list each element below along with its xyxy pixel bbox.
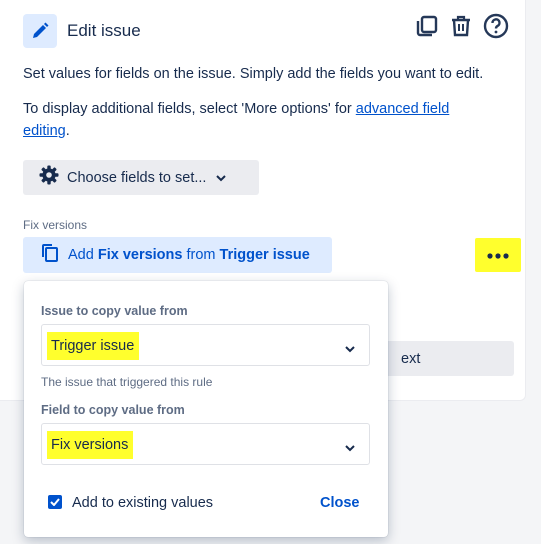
trash-icon [449, 14, 473, 43]
checkmark-icon [50, 493, 60, 511]
field-copy-label: Field to copy value from [41, 403, 185, 417]
pencil-icon [23, 14, 57, 48]
issue-copy-helper: The issue that triggered this rule [41, 375, 213, 389]
chevron-down-icon [345, 340, 355, 358]
issue-copy-value: Trigger issue [47, 332, 140, 360]
next-button[interactable]: ext [370, 341, 514, 376]
add-prefix: Add [68, 247, 98, 263]
chevron-down-icon [345, 439, 355, 457]
next-button-label: ext [401, 350, 421, 367]
copy-value-popup: Issue to copy value from Trigger issue T… [24, 281, 388, 537]
advanced-field-editing-link-cont[interactable]: editing [23, 123, 66, 139]
add-field-name: Fix versions [97, 247, 183, 263]
add-existing-checkbox[interactable] [48, 495, 62, 509]
help-button[interactable] [482, 13, 510, 44]
issue-copy-select[interactable]: Trigger issue [41, 324, 370, 366]
fix-versions-label: Fix versions [23, 218, 88, 232]
close-button[interactable]: Close [320, 495, 360, 511]
more-icon [487, 246, 509, 264]
field-copy-select[interactable]: Fix versions [41, 423, 370, 465]
choose-fields-label: Choose fields to set... [67, 169, 207, 186]
add-existing-label: Add to existing values [72, 495, 214, 511]
more-options-button[interactable] [475, 238, 521, 272]
help-icon [483, 13, 509, 44]
description-prefix: To display additional fields, select 'Mo… [23, 101, 356, 117]
chevron-down-icon [216, 169, 227, 187]
page-title: Edit issue [67, 21, 141, 40]
delete-button[interactable] [447, 14, 475, 42]
add-mid: from [182, 247, 220, 263]
add-fix-versions-label: Add Fix versions from Trigger issue [68, 247, 310, 263]
gear-icon [39, 165, 59, 190]
advanced-field-editing-link[interactable]: advanced field [356, 101, 450, 117]
add-fix-versions-button[interactable]: Add Fix versions from Trigger issue [23, 237, 332, 273]
issue-copy-label: Issue to copy value from [41, 304, 188, 318]
add-source-name: Trigger issue [219, 247, 310, 263]
description-advanced: To display additional fields, select 'Mo… [23, 98, 493, 142]
description-suffix: . [65, 123, 70, 139]
duplicate-button[interactable] [413, 14, 441, 42]
copy-icon [415, 14, 439, 43]
choose-fields-button[interactable]: Choose fields to set... [23, 160, 259, 195]
description-text: Set values for fields on the issue. Simp… [23, 66, 484, 82]
copy-icon [41, 243, 59, 267]
field-copy-value: Fix versions [47, 431, 134, 459]
